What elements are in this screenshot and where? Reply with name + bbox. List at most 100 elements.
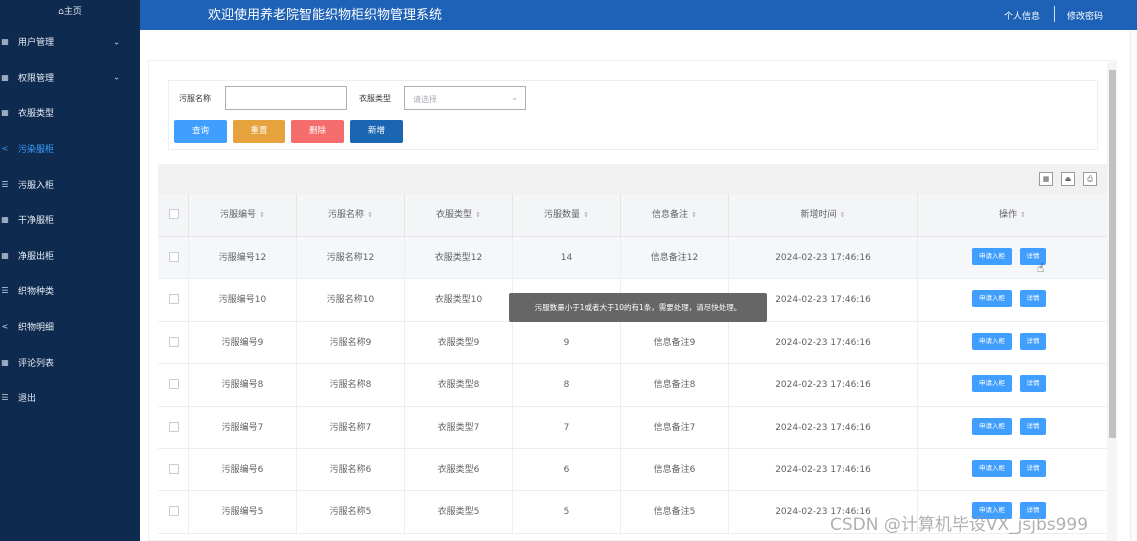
th-type-label: 衣服类型 [436, 210, 473, 220]
table-row[interactable]: 污服编号7 污服名称7 衣服类型7 7 信息备注7 2024-02-23 17:46:16… [158, 406, 1107, 449]
cell-name: 污服名称12 [297, 237, 405, 279]
row-checkbox[interactable] [169, 252, 179, 262]
cell-code: 污服编号5 [189, 491, 297, 534]
add-button[interactable]: 新增 [350, 120, 403, 143]
sidebar-item[interactable]: ▦ 评论列表 [0, 344, 140, 380]
sidebar-item[interactable]: ☰ 退出 [0, 380, 140, 416]
apply-store-button[interactable]: 申请入柜 [972, 290, 1012, 308]
cell-type: 衣服类型6 [405, 449, 513, 491]
table-row[interactable]: 污服编号9 污服名称9 衣服类型9 9 信息备注9 2024-02-23 17:46:16… [158, 321, 1107, 365]
sidebar-item[interactable]: ▦ 干净服柜 [0, 202, 140, 238]
type-select[interactable]: 请选择 ⌄ [404, 86, 526, 110]
th-actions[interactable]: 操作 ⇕ [918, 194, 1107, 237]
cell-remark: 信息备注5 [621, 491, 729, 534]
query-button[interactable]: 查询 [174, 120, 227, 143]
sidebar-item-label: 污服入柜 [18, 180, 55, 191]
cell-remark: 信息备注9 [621, 321, 729, 364]
sidebar-item-label: 权限管理 [18, 73, 55, 84]
cell-time: 2024-02-23 17:46:16 [729, 237, 918, 279]
sidebar-item-label: 织物明细 [18, 323, 55, 334]
cell-code: 污服编号6 [189, 449, 297, 491]
header-divider [1054, 6, 1055, 22]
sort-icon: ⇕ [259, 211, 265, 219]
warning-tooltip: 污服数量小于1或者大于10的有1条，需要处理，请尽快处理。 [509, 293, 767, 322]
cell-time: 2024-02-23 17:46:16 [729, 406, 918, 449]
row-checkbox[interactable] [169, 464, 179, 474]
grid-icon: ▦ [1, 357, 9, 367]
sidebar-item[interactable]: ▦ 用户管理 ⌄ [0, 24, 140, 60]
apply-store-button[interactable]: 申请入柜 [972, 460, 1012, 477]
grid-icon: ▦ [1, 37, 9, 47]
cell-qty: 8 [513, 364, 621, 407]
row-checkbox[interactable] [169, 421, 179, 432]
sidebar-item[interactable]: ☰ 污服入柜 [0, 166, 140, 202]
cell-actions [918, 279, 1107, 321]
th-name[interactable]: 污服名称 ⇕ [297, 194, 405, 237]
th-remark[interactable]: 信息备注 ⇕ [621, 194, 729, 237]
row-checkbox[interactable] [169, 336, 179, 347]
print-icon[interactable]: ⎙ [1083, 172, 1097, 186]
th-qty-label: 污服数量 [544, 210, 581, 220]
sidebar-item-label: 用户管理 [18, 38, 55, 49]
apply-store-button[interactable]: 申请入柜 [972, 375, 1012, 393]
sidebar-item[interactable]: ▦ 净服出柜 [0, 238, 140, 274]
row-checkbox[interactable] [169, 506, 179, 517]
top-header: 欢迎使用养老院智能织物柜织物管理系统 个人信息 修改密码 [140, 0, 1137, 30]
table-row[interactable]: 污服编号6 污服名称6 衣服类型6 6 信息备注6 2024-02-23 17:46:16… [158, 449, 1107, 492]
cell-actions [918, 237, 1107, 279]
th-remark-label: 信息备注 [652, 210, 689, 220]
sort-icon: ⇕ [583, 211, 589, 219]
columns-icon[interactable]: ▦ [1039, 172, 1053, 186]
table-row[interactable]: 污服编号8 污服名称8 衣服类型8 8 信息备注8 2024-02-23 17:46:16… [158, 364, 1107, 407]
personal-info-link[interactable]: 个人信息 [1004, 9, 1040, 22]
apply-store-button[interactable]: 申请入柜 [972, 332, 1012, 350]
chevron-down-icon: ⌄ [113, 72, 120, 82]
export-icon[interactable]: ⏏ [1061, 172, 1075, 186]
cell-remark: 信息备注12 [621, 237, 729, 279]
sidebar-item[interactable]: ▦ 衣服类型 [0, 95, 140, 131]
home-link[interactable]: ⌂主页 [0, 0, 140, 24]
grid-icon: ▦ [1, 108, 9, 118]
cell-name: 污服名称8 [297, 364, 405, 407]
chevron-down-icon: ⌄ [511, 93, 518, 102]
name-label: 污服名称 [179, 94, 211, 103]
th-qty[interactable]: 污服数量 ⇕ [513, 194, 621, 237]
sort-icon: ⇕ [691, 211, 697, 219]
cell-type: 衣服类型5 [405, 491, 513, 534]
apply-store-button[interactable]: 申请入柜 [972, 248, 1012, 265]
apply-store-button[interactable]: 申请入柜 [972, 417, 1012, 435]
sidebar-item[interactable]: ☰ 织物种类 [0, 273, 140, 309]
detail-button[interactable]: 详情 [1020, 375, 1046, 393]
detail-button[interactable]: 详情 [1020, 417, 1046, 435]
change-password-link[interactable]: 修改密码 [1067, 9, 1103, 22]
detail-button[interactable]: 详情 [1020, 460, 1046, 477]
detail-button[interactable]: 详情 [1020, 290, 1046, 308]
name-search-input[interactable] [225, 86, 347, 110]
delete-button[interactable]: 删除 [291, 120, 344, 143]
cell-name: 污服名称7 [297, 406, 405, 449]
scrollbar-thumb[interactable] [1109, 70, 1116, 438]
cell-type: 衣服类型10 [405, 279, 513, 322]
cell-code: 污服编号12 [189, 237, 297, 279]
row-checkbox[interactable] [169, 294, 179, 305]
sidebar-menu: ▦ 用户管理 ⌄ ▦ 权限管理 ⌄ ▦ 衣服类型 < 污染服柜 ☰ 污服入柜 ▦ 干净服柜 ▦ 净服出柜 ☰ 织物… [0, 24, 140, 416]
cell-qty: 9 [513, 321, 621, 364]
list-icon: ☰ [1, 393, 9, 403]
table-row[interactable]: 污服编号12 污服名称12 衣服类型12 14 信息备注12 2024-02-23 17:… [158, 237, 1107, 280]
sidebar-item-label: 污染服柜 [18, 145, 55, 156]
detail-button[interactable]: 详情 [1020, 332, 1046, 350]
th-type[interactable]: 衣服类型 ⇕ [405, 194, 513, 237]
sidebar-item[interactable]: < 织物明细 [0, 309, 140, 345]
sidebar-item-label: 退出 [18, 394, 37, 405]
th-code[interactable]: 污服编号 ⇕ [189, 194, 297, 237]
th-time[interactable]: 新增时间 ⇕ [729, 194, 918, 237]
hand-cursor-icon: ☝ [1037, 261, 1045, 275]
app-title: 欢迎使用养老院智能织物柜织物管理系统 [208, 8, 443, 23]
cell-code: 污服编号10 [189, 279, 297, 322]
reset-button[interactable]: 重置 [233, 120, 285, 143]
sidebar-item[interactable]: < 污染服柜 [0, 131, 140, 167]
sidebar-item[interactable]: ▦ 权限管理 ⌄ [0, 60, 140, 96]
grid-icon: ▦ [1, 250, 9, 260]
row-checkbox[interactable] [169, 379, 179, 390]
cell-code: 污服编号7 [189, 406, 297, 449]
